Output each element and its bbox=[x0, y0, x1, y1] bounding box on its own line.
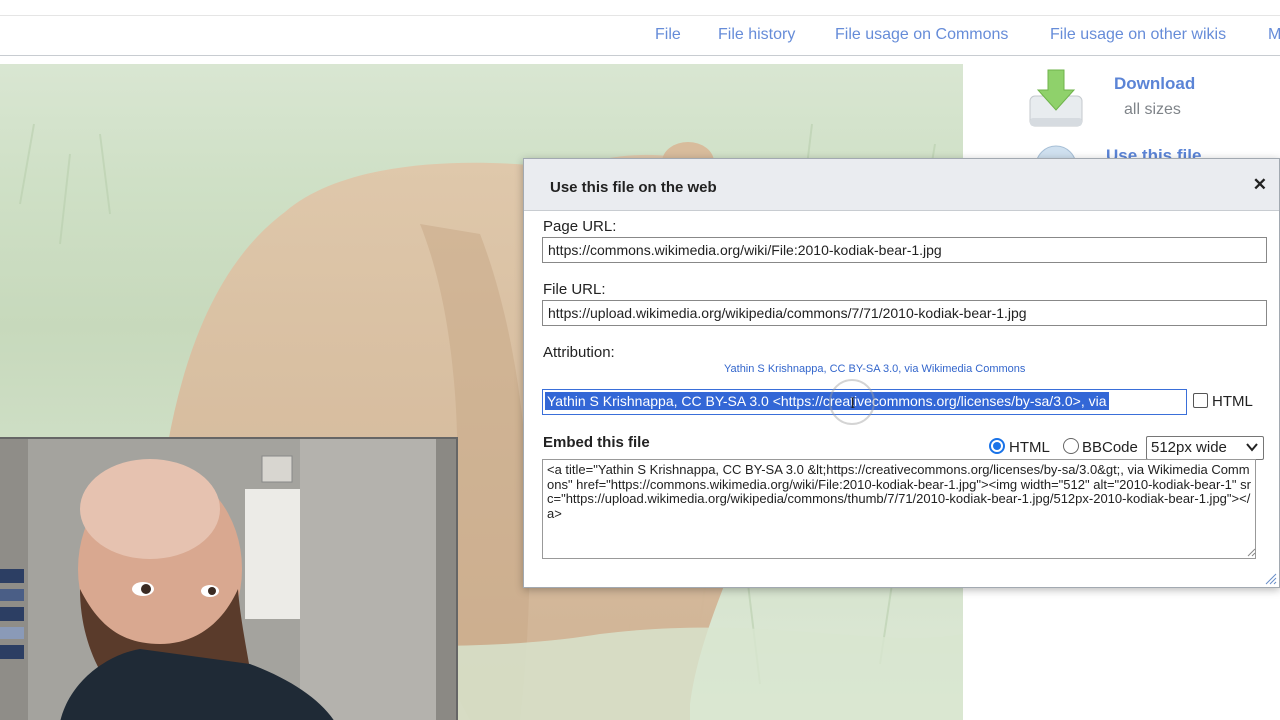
embed-html-label[interactable]: HTML bbox=[1009, 439, 1050, 456]
attribution-label: Attribution: bbox=[543, 344, 615, 361]
embed-html-radio[interactable] bbox=[989, 438, 1005, 454]
embed-code-field[interactable]: <a title="Yathin S Krishnappa, CC BY-SA … bbox=[542, 459, 1256, 559]
screen: File File history File usage on Commons … bbox=[0, 0, 1280, 720]
dialog-resize-icon[interactable] bbox=[1263, 571, 1277, 585]
tab-file-usage-commons[interactable]: File usage on Commons bbox=[835, 26, 1008, 44]
embed-size-value: 512px wide bbox=[1151, 439, 1227, 456]
dialog-header: Use this file on the web ✕ bbox=[524, 159, 1279, 211]
attribution-html-checkbox[interactable] bbox=[1193, 393, 1208, 408]
text-cursor-icon: I bbox=[850, 395, 856, 412]
embed-label: Embed this file bbox=[543, 434, 650, 451]
presenter-video-frame bbox=[0, 439, 456, 720]
embed-size-select[interactable]: 512px wide bbox=[1146, 436, 1264, 460]
page-url-label: Page URL: bbox=[543, 218, 617, 235]
chevron-down-icon bbox=[1246, 443, 1258, 452]
download-icon[interactable] bbox=[1028, 68, 1084, 128]
file-url-field[interactable]: https://upload.wikimedia.org/wikipedia/c… bbox=[542, 300, 1267, 326]
download-link[interactable]: Download bbox=[1114, 74, 1195, 94]
attribution-selected-text: Yathin S Krishnappa, CC BY-SA 3.0 <https… bbox=[545, 392, 1109, 410]
tab-file[interactable]: File bbox=[655, 26, 681, 44]
use-this-file-link[interactable]: Use this file bbox=[1106, 146, 1201, 158]
top-strip bbox=[0, 0, 1280, 16]
page-url-field[interactable]: https://commons.wikimedia.org/wiki/File:… bbox=[542, 237, 1267, 263]
download-subtitle: all sizes bbox=[1124, 101, 1181, 118]
dialog-title: Use this file on the web bbox=[550, 179, 717, 196]
tab-file-history[interactable]: File history bbox=[718, 26, 795, 44]
use-file-dialog: Use this file on the web ✕ Page URL: htt… bbox=[523, 158, 1280, 588]
close-icon[interactable]: ✕ bbox=[1253, 176, 1267, 193]
file-url-label: File URL: bbox=[543, 281, 606, 298]
embed-bbcode-radio[interactable] bbox=[1063, 438, 1079, 454]
embed-bbcode-label[interactable]: BBCode bbox=[1082, 439, 1138, 456]
file-tabs-bar: File File history File usage on Commons … bbox=[0, 16, 1280, 56]
tab-more[interactable]: M bbox=[1268, 26, 1280, 44]
attribution-preview-link[interactable]: Yathin S Krishnappa, CC BY-SA 3.0, via W… bbox=[724, 363, 1025, 375]
tab-file-usage-other-wikis[interactable]: File usage on other wikis bbox=[1050, 26, 1226, 44]
webcam-overlay bbox=[0, 437, 458, 720]
resize-grip-icon[interactable] bbox=[1244, 545, 1256, 557]
attribution-html-label[interactable]: HTML bbox=[1212, 393, 1253, 410]
